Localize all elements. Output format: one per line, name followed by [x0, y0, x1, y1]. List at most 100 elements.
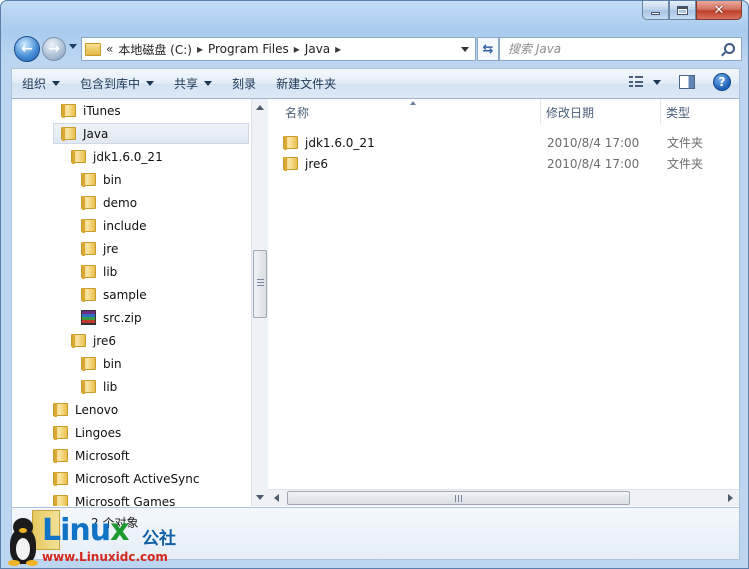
horizontal-scrollbar[interactable]	[268, 489, 739, 506]
breadcrumb-drive[interactable]: 本地磁盘 (C:)	[118, 41, 192, 58]
search-icon[interactable]	[724, 43, 735, 54]
breadcrumb-java[interactable]: Java	[305, 42, 330, 56]
tree-item[interactable]: Microsoft Games	[53, 491, 175, 506]
file-name-cell: jdk1.6.0_21	[283, 136, 375, 150]
back-button[interactable]: ←	[14, 36, 40, 62]
tree-item-label: bin	[103, 172, 122, 187]
tree-item-label: include	[103, 218, 147, 233]
scroll-down-icon[interactable]	[256, 495, 264, 500]
column-divider[interactable]	[540, 99, 541, 125]
tree-item-label: Microsoft	[75, 448, 130, 463]
include-in-library-menu[interactable]: 包含到库中	[70, 69, 164, 98]
file-modified: 2010/8/4 17:00	[547, 156, 640, 171]
burn-button[interactable]: 刻录	[222, 69, 266, 98]
sort-ascending-icon	[410, 101, 416, 105]
breadcrumb-separator[interactable]: ▸	[335, 42, 341, 56]
file-type: 文件夹	[667, 157, 704, 171]
help-button[interactable]: ?	[713, 73, 731, 91]
tree-item[interactable]: bin	[81, 169, 122, 190]
tree-item[interactable]: Lenovo	[53, 399, 118, 420]
command-bar: 组织 包含到库中 共享 刻录 新建文件夹 ?	[11, 68, 740, 99]
tree-item[interactable]: Java	[53, 123, 249, 144]
tree-item[interactable]: iTunes	[61, 100, 121, 121]
folder-icon	[81, 288, 96, 302]
scroll-right-icon[interactable]	[728, 494, 733, 502]
file-modified: 2010/8/4 17:00	[547, 135, 640, 150]
folder-icon	[81, 196, 96, 210]
column-header-type[interactable]: 类型	[666, 99, 690, 125]
column-divider[interactable]	[660, 99, 661, 125]
address-bar[interactable]: « 本地磁盘 (C:) ▸ Program Files ▸ Java ▸	[81, 37, 476, 61]
folder-icon	[81, 265, 96, 279]
tree-item-label: jre6	[93, 333, 117, 348]
breadcrumb-separator[interactable]: ▸	[197, 42, 203, 56]
file-row[interactable]: jdk1.6.0_21 2010/8/4 17:00 文件夹	[283, 132, 728, 153]
breadcrumb-separator[interactable]: ▸	[294, 42, 300, 56]
chevron-down-icon	[146, 81, 155, 86]
scroll-left-icon[interactable]	[274, 494, 279, 502]
tree-item[interactable]: src.zip	[81, 307, 142, 328]
navigation-scrollbar[interactable]	[251, 99, 268, 506]
horizontal-scrollbar-thumb[interactable]	[287, 491, 630, 505]
penguin-icon	[6, 518, 40, 566]
tree-item-label: jdk1.6.0_21	[93, 149, 163, 164]
tree-item-label: Microsoft Games	[75, 494, 176, 507]
explorer-window: ✕ ← → « 本地磁盘 (C:) ▸ Program Files ▸ Java…	[0, 0, 749, 569]
tree-item[interactable]: demo	[81, 192, 137, 213]
tree-item[interactable]: lib	[81, 261, 117, 282]
folder-icon	[53, 449, 68, 463]
tree-item-label: src.zip	[103, 310, 142, 325]
burn-label: 刻录	[232, 77, 257, 91]
folder-icon	[53, 495, 68, 506]
tree-item[interactable]: lib	[81, 376, 117, 397]
address-dropdown-button[interactable]	[461, 47, 469, 52]
maximize-button[interactable]	[669, 1, 696, 20]
folder-icon	[283, 157, 298, 171]
folder-icon	[81, 219, 96, 233]
folder-icon	[85, 42, 101, 56]
file-name-cell: jre6	[283, 157, 328, 171]
scrollbar-thumb[interactable]	[253, 250, 267, 318]
column-header-modified[interactable]: 修改日期	[546, 99, 594, 125]
column-header-name[interactable]: 名称	[285, 99, 309, 125]
tree-item-label: bin	[103, 356, 122, 371]
breadcrumb-program-files[interactable]: Program Files	[208, 42, 289, 56]
minimize-button[interactable]	[642, 1, 669, 20]
tree-item[interactable]: Lingoes	[53, 422, 121, 443]
tree-item-label: jre	[103, 241, 119, 256]
forward-button[interactable]: →	[42, 37, 66, 61]
refresh-button[interactable]: ⇆	[477, 37, 499, 61]
tree-item[interactable]: jdk1.6.0_21	[71, 146, 163, 167]
recent-pages-dropdown[interactable]	[69, 44, 77, 49]
arrow-left-icon: ←	[21, 41, 33, 57]
share-menu[interactable]: 共享	[164, 69, 222, 98]
file-name: jdk1.6.0_21	[305, 135, 375, 150]
scroll-up-icon[interactable]	[256, 105, 264, 110]
tree-item[interactable]: include	[81, 215, 146, 236]
archive-icon	[81, 310, 96, 325]
pane-area: iTunes Java jdk1.6.0_21bin demo include jre li…	[11, 99, 740, 508]
maximize-icon	[677, 5, 688, 15]
tree-item[interactable]: jre	[81, 238, 118, 259]
tree-item[interactable]: bin	[81, 353, 122, 374]
minimize-icon	[651, 11, 660, 15]
views-dropdown[interactable]	[653, 79, 661, 85]
tree-item[interactable]: Microsoft ActiveSync	[53, 468, 199, 489]
close-button[interactable]: ✕	[696, 1, 742, 20]
tree-item[interactable]: jre6	[71, 330, 116, 351]
folder-icon	[81, 357, 96, 371]
caption-buttons: ✕	[642, 1, 742, 21]
preview-pane-icon[interactable]	[679, 75, 695, 89]
tree-item[interactable]: Microsoft	[53, 445, 130, 466]
new-folder-button[interactable]: 新建文件夹	[266, 69, 346, 98]
views-icon[interactable]	[629, 76, 643, 88]
chevron-down-icon	[52, 81, 61, 86]
tree-item-label: Lingoes	[75, 425, 122, 440]
search-input[interactable]	[508, 42, 708, 56]
file-name: jre6	[305, 156, 329, 171]
organize-menu[interactable]: 组织	[12, 69, 70, 98]
file-row[interactable]: jre6 2010/8/4 17:00 文件夹	[283, 153, 728, 174]
chevron-down-icon	[204, 81, 213, 86]
breadcrumb-overflow[interactable]: «	[106, 42, 113, 56]
tree-item[interactable]: sample	[81, 284, 147, 305]
